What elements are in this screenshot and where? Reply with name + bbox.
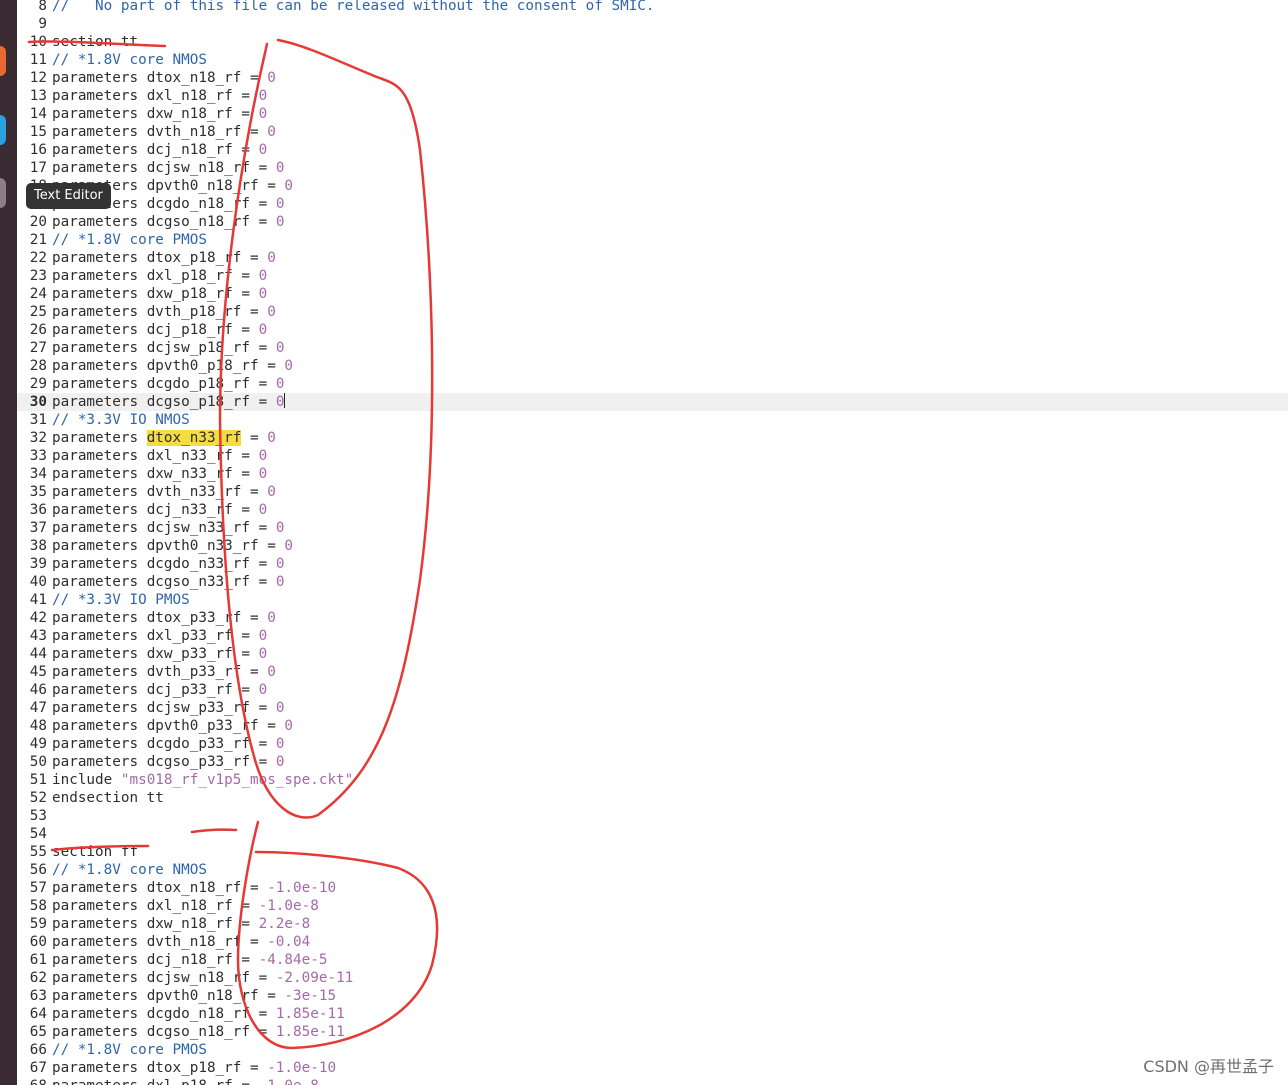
underline-section-tt bbox=[27, 40, 167, 48]
handwritten-annotations bbox=[27, 38, 439, 1050]
loop-tt bbox=[218, 38, 434, 819]
loop-ff bbox=[236, 820, 439, 1050]
tooltip: Text Editor bbox=[26, 183, 111, 209]
underline-section-ff bbox=[50, 844, 150, 852]
underline-section-ff-2 bbox=[190, 828, 238, 834]
watermark: CSDN @再世孟子 bbox=[1143, 1057, 1274, 1076]
